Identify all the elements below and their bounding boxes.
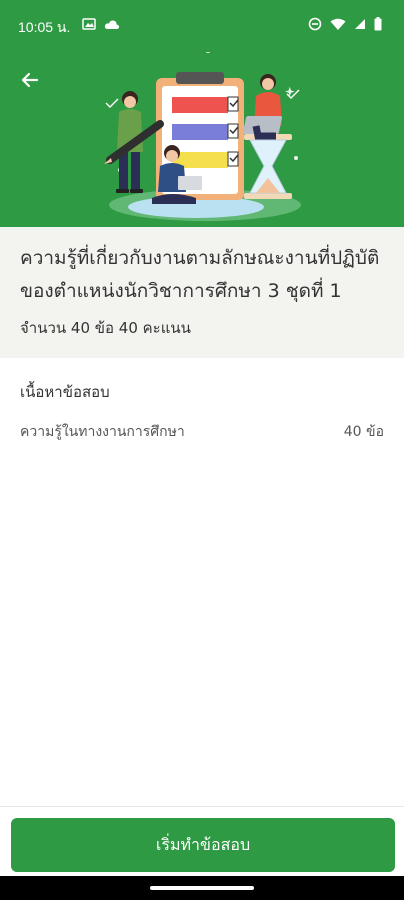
exam-title: ความรู้ที่เกี่ยวกับงานตามลักษณะงานที่ปฏิ…	[20, 247, 380, 302]
status-time: 10:05 น.	[18, 19, 71, 35]
back-button[interactable]	[16, 66, 44, 94]
content-item-label: ความรู้ในทางงานการศึกษา	[20, 424, 185, 440]
hero-banner	[0, 52, 404, 227]
status-left-icons	[82, 18, 120, 30]
home-gesture-handle[interactable]	[150, 886, 254, 890]
start-exam-button[interactable]: เริ่มทำข้อสอบ	[11, 818, 395, 872]
wifi-icon	[330, 18, 346, 30]
exam-summary: จำนวน 40 ข้อ 40 คะแนน	[20, 319, 191, 337]
arrow-left-icon	[21, 72, 39, 88]
content-heading: เนื้อหาข้อสอบ	[20, 383, 110, 401]
battery-icon	[374, 17, 382, 31]
cloud-icon	[104, 19, 120, 29]
cellular-signal-icon	[355, 19, 365, 29]
exam-illustration	[104, 52, 301, 221]
do-not-disturb-icon	[308, 17, 322, 31]
content-item-count: 40 ข้อ	[343, 424, 384, 440]
status-bar: 10:05 น.	[0, 0, 404, 52]
screenshot-icon	[82, 18, 96, 30]
status-right-icons	[308, 17, 382, 31]
